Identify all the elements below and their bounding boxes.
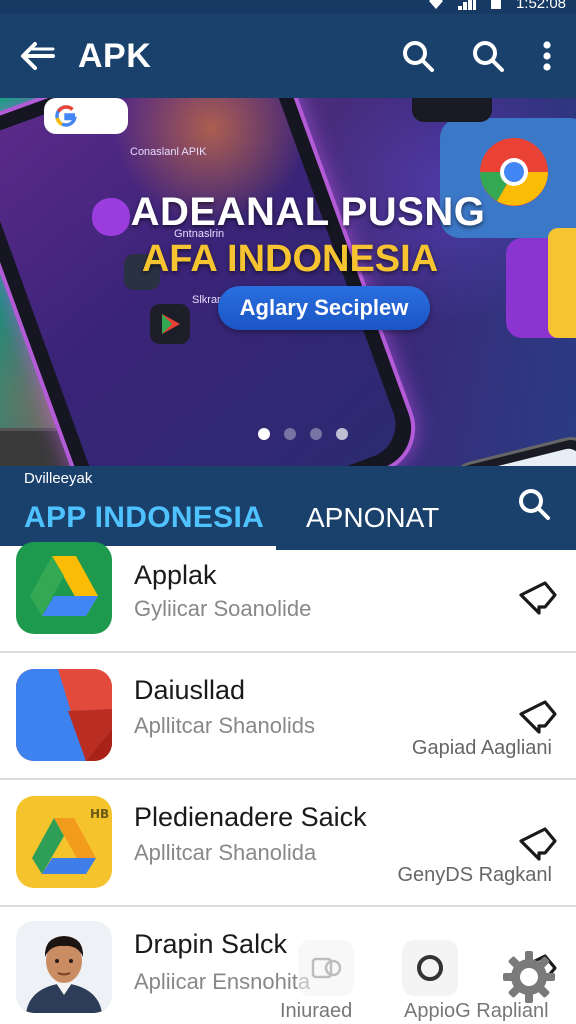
- top-app-bar: APK: [0, 14, 576, 98]
- installed-icon[interactable]: [298, 940, 354, 996]
- list-item[interactable]: Applak Gyliicar Soanolide: [0, 542, 576, 653]
- app-developer-text: GenyDS Ragkanl: [397, 864, 552, 886]
- app-title-text: Pledienadere Saick: [134, 802, 367, 832]
- battery-icon: [490, 0, 501, 9]
- more-vert-icon: [543, 41, 551, 71]
- search-button[interactable]: [392, 30, 444, 82]
- back-arrow-icon: [21, 42, 55, 70]
- list-item[interactable]: HB Pledienadere Saick Apllitcar Shanolid…: [0, 780, 576, 907]
- gear-icon: [503, 951, 555, 1003]
- promo-banner[interactable]: Conaslanl APIK Gntnaslrin Slkranlers ADE…: [0, 98, 576, 466]
- app-title-text: Drapin Salck: [134, 929, 288, 959]
- open-app-button[interactable]: [512, 689, 564, 741]
- share-arrow-icon: [519, 700, 557, 734]
- app-root: 1:52:08 APK Conaslanl APIK Gntnaslrin Sl…: [0, 0, 576, 1024]
- app-title-text: Daiusllad: [134, 675, 246, 705]
- signal-icon: [457, 0, 476, 10]
- carousel-indicator: [258, 428, 348, 440]
- app-title-text: Applak: [134, 560, 217, 590]
- search-icon: [519, 489, 550, 520]
- avatar: [16, 921, 112, 1013]
- tab-search-button[interactable]: [510, 480, 558, 528]
- app-subtitle-text: Apllitcar Shanolids: [134, 713, 315, 738]
- app-list: Applak Gyliicar Soanolide Daiusllad Apll…: [0, 542, 576, 1024]
- tab-caption: Dvilleeyak: [24, 470, 93, 487]
- open-app-button[interactable]: [512, 570, 564, 622]
- phone-menu-item: Conaslanl APIK: [130, 146, 207, 158]
- status-bar: 1:52:08: [0, 0, 576, 14]
- share-arrow-icon: [519, 581, 557, 615]
- app-developer-text: Gapiad Aagliani: [411, 737, 552, 759]
- banner-headline: ADEANAL PUSNG: [130, 190, 486, 234]
- drive-app-icon: [16, 542, 112, 634]
- search-icon: [403, 41, 434, 72]
- person-photo-icon: [16, 921, 112, 1013]
- overflow-menu-button[interactable]: [532, 30, 562, 82]
- tab-bar: Dvilleeyak APP INDONESIA APNONAT: [0, 466, 576, 550]
- search-icon: [473, 41, 504, 72]
- carousel-dot[interactable]: [336, 428, 348, 440]
- svg-text:HB: HB: [90, 807, 109, 821]
- play-store-icon: [162, 314, 180, 334]
- google-logo-icon: [55, 105, 77, 127]
- tab-app-indonesia[interactable]: APP INDONESIA: [24, 488, 264, 548]
- back-button[interactable]: [14, 32, 62, 80]
- circle-icon: [417, 955, 443, 981]
- carousel-dot[interactable]: [284, 428, 296, 440]
- app-subtitle-text: Apllitcar Shanolida: [134, 840, 317, 865]
- carousel-dot[interactable]: [310, 428, 322, 440]
- status-time: 1:52:08: [515, 0, 566, 12]
- record-icon-button[interactable]: [402, 940, 458, 996]
- open-app-button[interactable]: [512, 816, 564, 868]
- drive-logo-icon: HB: [32, 807, 109, 874]
- installed-label: Iniuraed: [280, 1000, 353, 1022]
- drive-app-icon-yellow: HB: [16, 796, 112, 888]
- app-subtitle-text: Gyliicar Soanolide: [134, 596, 312, 621]
- carousel-dot[interactable]: [258, 428, 270, 440]
- drive-logo-icon: [30, 556, 98, 616]
- phone-illustration-top: [412, 98, 492, 122]
- sync-icon: [311, 957, 342, 979]
- slides-app-icon: [150, 304, 190, 344]
- banner-subheadline: AFA INDONESIA: [141, 238, 439, 280]
- app-subtitle-text: Apliicar Ensnohita: [134, 969, 311, 994]
- settings-button[interactable]: [496, 944, 562, 1010]
- phone-illustration-right: [449, 432, 576, 466]
- wifi-icon: [428, 0, 443, 9]
- app-title: APK: [78, 36, 152, 75]
- share-arrow-icon: [519, 827, 557, 861]
- search-button-secondary[interactable]: [462, 30, 514, 82]
- google-card-illustration: [44, 98, 128, 134]
- banner-cta-button[interactable]: Aglary Seciplew: [218, 286, 430, 330]
- app-icon-blue-red: [16, 669, 112, 761]
- list-item[interactable]: Daiusllad Apllitcar Shanolids Gapiad Aag…: [0, 653, 576, 780]
- tab-apnonat[interactable]: APNONAT: [306, 488, 439, 548]
